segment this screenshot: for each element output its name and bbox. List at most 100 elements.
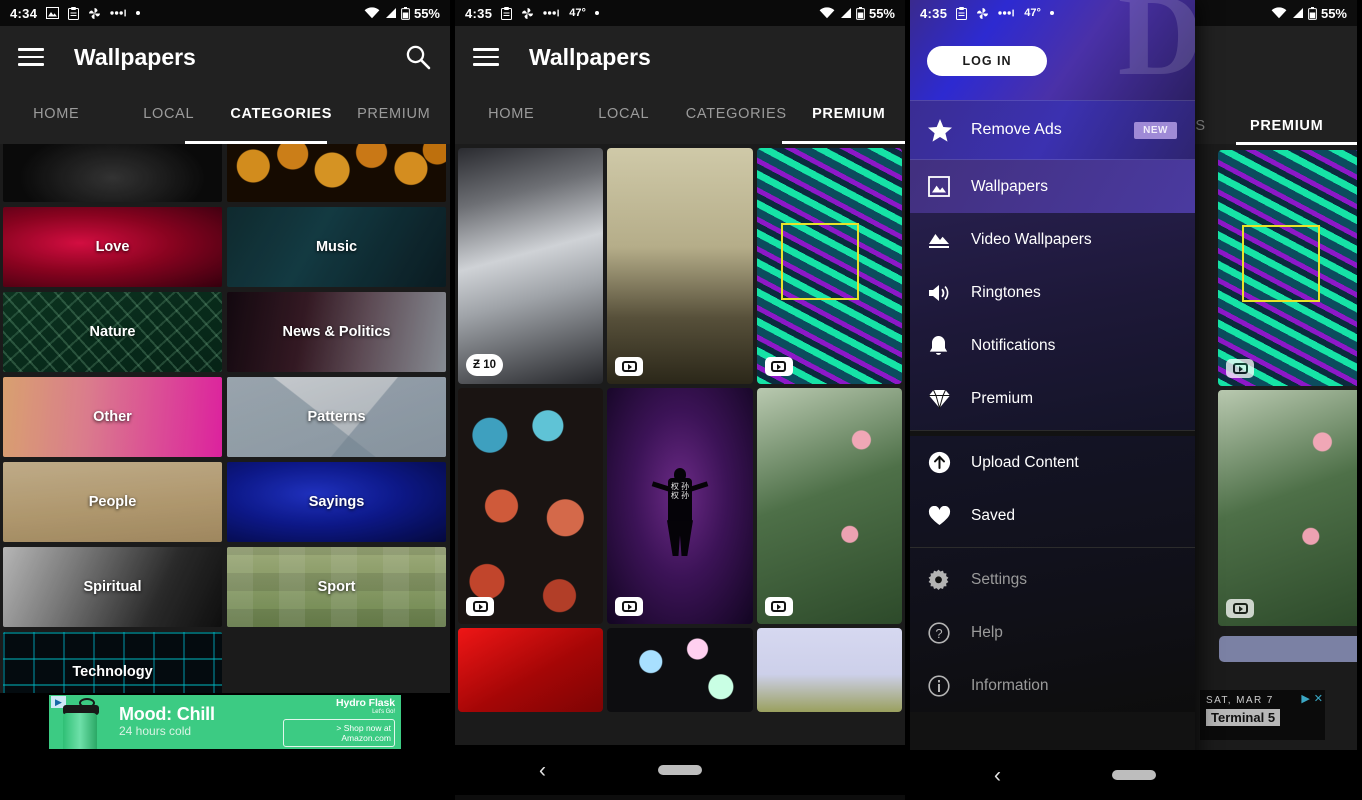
back-chevron-icon[interactable]: ‹	[994, 765, 1001, 786]
background-ad-placeholder	[1219, 636, 1357, 662]
battery-percent: 55%	[413, 5, 440, 21]
category-card-nature[interactable]: Nature	[3, 292, 222, 372]
wallpaper-card[interactable]	[607, 628, 753, 712]
drawer-item-help[interactable]: ? Help	[910, 606, 1195, 659]
tab-bar-1: HOME LOCAL CATEGORIES PREMIUM	[0, 88, 450, 144]
category-card-partial[interactable]	[3, 144, 222, 202]
cellular-icon	[384, 7, 397, 19]
wallpaper-card[interactable]: Ƶ 10	[458, 148, 604, 384]
video-image-icon	[928, 229, 958, 250]
category-card-spiritual[interactable]: Spiritual	[3, 547, 222, 627]
drawer-item-notifications[interactable]: Notifications	[910, 319, 1195, 372]
categories-scroll-area[interactable]: Love Music Nature News & Politics Other Patte…	[0, 144, 450, 693]
home-pill[interactable]	[1111, 770, 1156, 780]
navigation-drawer: D LOG IN Remove Ads NEW Wallpapers Video…	[910, 0, 1195, 800]
video-badge-icon	[466, 597, 494, 616]
category-card-patterns[interactable]: Patterns	[227, 377, 446, 457]
category-card-partial[interactable]	[227, 144, 446, 202]
drawer-group-content: Wallpapers Video Wallpapers Ringtones No…	[910, 160, 1195, 431]
category-card-sport[interactable]: Sport	[227, 547, 446, 627]
hamburger-menu-icon[interactable]	[473, 48, 499, 66]
back-chevron-icon[interactable]: ‹	[539, 760, 546, 781]
search-icon[interactable]	[404, 43, 432, 71]
heart-icon	[928, 505, 958, 526]
category-card-technology[interactable]: Technology	[3, 632, 222, 693]
system-nav-bar-2: ‹	[455, 745, 905, 795]
status-bar-1: 4:34 55%	[0, 0, 450, 26]
category-card-love[interactable]: Love	[3, 207, 222, 287]
wallpaper-card[interactable]	[756, 388, 902, 624]
three-phone-screenshots: 4:34 55% Wallpapers HOME LOCAL CATEGORIE…	[0, 0, 1362, 800]
tab-premium[interactable]: PREMIUM	[793, 88, 906, 122]
wallpaper-card[interactable]: 权 孙 权 孙	[607, 388, 753, 624]
video-badge-icon	[764, 597, 793, 616]
wallpaper-card[interactable]	[756, 628, 902, 712]
category-label: Technology	[72, 664, 153, 680]
close-icon[interactable]: ✕	[1314, 692, 1323, 705]
tab-local[interactable]: LOCAL	[568, 88, 681, 122]
background-card-2[interactable]	[1218, 390, 1357, 626]
drawer-item-video-wallpapers[interactable]: Video Wallpapers	[910, 213, 1195, 266]
ad-choices-icon[interactable]: ▶	[1301, 692, 1309, 705]
question-circle-icon: ?	[928, 621, 958, 644]
category-label: Other	[93, 409, 132, 425]
status-bar-3: 4:35 47° 55%	[910, 0, 1357, 26]
phone-screen-categories: 4:34 55% Wallpapers HOME LOCAL CATEGORIE…	[0, 0, 450, 800]
category-card-other[interactable]: Other	[3, 377, 222, 457]
background-ad-banner[interactable]: SAT, MAR 7 Terminal 5 ▶ ✕	[1200, 690, 1325, 740]
drawer-item-information[interactable]: Information	[910, 659, 1195, 712]
home-pill[interactable]	[658, 765, 702, 775]
wallpaper-card[interactable]	[607, 148, 753, 384]
drawer-label: Help	[971, 623, 1003, 641]
new-badge: NEW	[1134, 121, 1177, 139]
drawer-item-ringtones[interactable]: Ringtones	[910, 266, 1195, 319]
video-badge-icon	[1226, 599, 1254, 618]
category-overlay	[227, 144, 446, 202]
drawer-item-premium[interactable]: Premium	[910, 372, 1195, 425]
drawer-divider	[910, 430, 1195, 431]
category-card-news-politics[interactable]: News & Politics	[227, 292, 446, 372]
tab-premium[interactable]: PREMIUM	[338, 88, 451, 122]
phone-screen-premium: 4:35 47° 55% Wallpapers HOME LOCAL CATEG…	[450, 0, 905, 800]
diamond-icon	[928, 389, 958, 409]
category-label: People	[88, 494, 137, 510]
category-card-music[interactable]: Music	[227, 207, 446, 287]
tab-home[interactable]: HOME	[0, 88, 113, 122]
wallpaper-card[interactable]	[458, 388, 604, 624]
ad-cta-button[interactable]: > Shop now at Amazon.com	[283, 719, 395, 747]
drawer-item-upload-content[interactable]: Upload Content	[910, 436, 1195, 489]
category-card-people[interactable]: People	[3, 462, 222, 542]
background-card-1[interactable]	[1218, 150, 1357, 386]
drawer-item-remove-ads[interactable]: Remove Ads NEW	[910, 100, 1195, 160]
tab-home[interactable]: HOME	[455, 88, 568, 122]
tab-premium[interactable]: PREMIUM	[1250, 118, 1323, 134]
category-overlay	[3, 632, 222, 693]
phone-screen-drawer: 4:35 47° 55% ES PREMIUM SAT, MAR 7 Termi…	[905, 0, 1357, 800]
category-label: Sport	[317, 579, 356, 595]
tab-categories[interactable]: CATEGORIES	[225, 88, 338, 122]
video-badge-icon	[764, 357, 793, 376]
pinwheel-icon	[521, 7, 534, 20]
hamburger-menu-icon[interactable]	[18, 48, 44, 66]
weather-temp: 47°	[569, 7, 586, 19]
ad-zone-1: ▶ Mood: Chill 24 hours cold Hydro Flask …	[0, 693, 450, 793]
drawer-item-saved[interactable]: Saved	[910, 489, 1195, 542]
tab-local[interactable]: LOCAL	[113, 88, 226, 122]
image-icon	[928, 176, 958, 197]
page-title: Wallpapers	[74, 43, 196, 70]
page-title: Wallpapers	[529, 43, 651, 70]
wallpaper-card[interactable]	[458, 628, 604, 712]
tab-categories[interactable]: CATEGORIES	[680, 88, 793, 122]
wifi-icon	[1271, 7, 1287, 19]
category-card-sayings[interactable]: Sayings	[227, 462, 446, 542]
ad-venue: Terminal 5	[1206, 709, 1281, 726]
drawer-item-wallpapers[interactable]: Wallpapers	[910, 160, 1195, 213]
ad-banner[interactable]: ▶ Mood: Chill 24 hours cold Hydro Flask …	[49, 695, 401, 749]
wallpaper-kanji-text: 权 孙 权 孙	[670, 482, 690, 501]
premium-grid-scroll-area[interactable]: Ƶ 10 权 孙 权 孙	[455, 144, 905, 745]
drawer-item-settings[interactable]: Settings	[910, 553, 1195, 606]
product-image	[49, 695, 115, 749]
category-label: News & Politics	[282, 324, 391, 340]
wallpaper-card[interactable]	[756, 148, 902, 384]
login-button[interactable]: LOG IN	[927, 46, 1047, 76]
